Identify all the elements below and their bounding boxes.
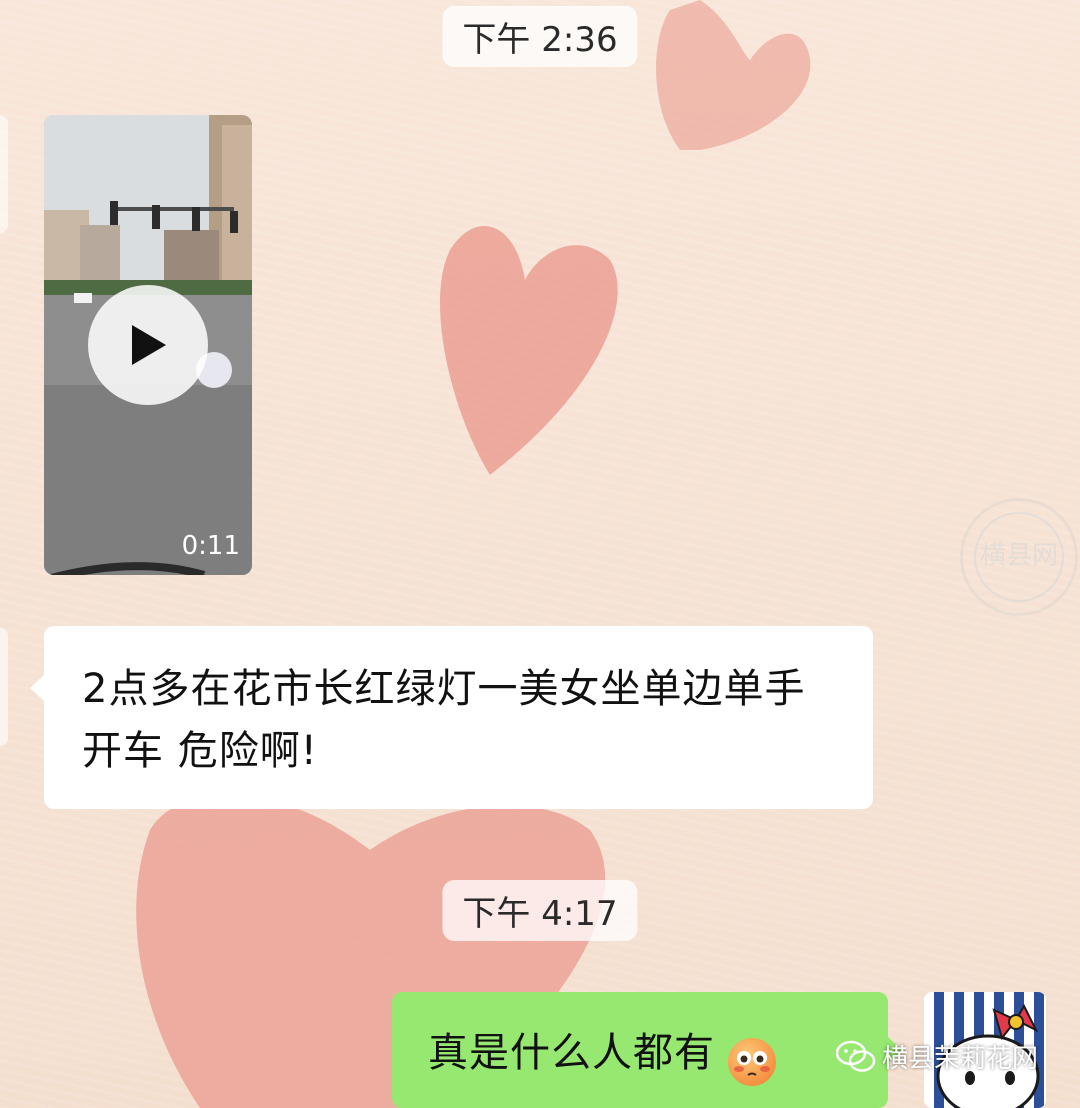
timestamp: 下午 4:17 — [442, 880, 638, 941]
heart-decoration-middle — [439, 226, 618, 475]
outgoing-message-text: 真是什么人都有 — [428, 1030, 715, 1076]
wechat-icon — [836, 1040, 876, 1072]
watermark-stamp: 横县网 — [960, 498, 1078, 616]
video-duration: 0:11 — [181, 531, 240, 561]
watermark: 横县茉莉花网 — [836, 1038, 1038, 1075]
play-icon — [132, 325, 166, 365]
incoming-message-bubble[interactable]: 2点多在花市长红绿灯一美女坐单边单手开车 危险啊! — [30, 626, 873, 809]
incoming-message-text: 2点多在花市长红绿灯一美女坐单边单手开车 危险啊! — [82, 666, 806, 774]
flushed-face-emoji — [728, 1037, 777, 1086]
partial-avatar-edge — [0, 628, 8, 746]
watermark-text: 横县茉莉花网 — [882, 1044, 1039, 1074]
heart-decoration-top — [656, 0, 811, 150]
outgoing-message-bubble[interactable]: 真是什么人都有 — [392, 992, 902, 1108]
stamp-seal: 横县网 — [974, 512, 1064, 602]
video-message[interactable]: 0:11 — [44, 115, 252, 575]
timestamp: 下午 2:36 — [442, 6, 638, 67]
partial-avatar-edge — [0, 115, 8, 233]
svg-text:横县网: 横县网 — [980, 541, 1058, 571]
play-button[interactable] — [88, 285, 208, 405]
